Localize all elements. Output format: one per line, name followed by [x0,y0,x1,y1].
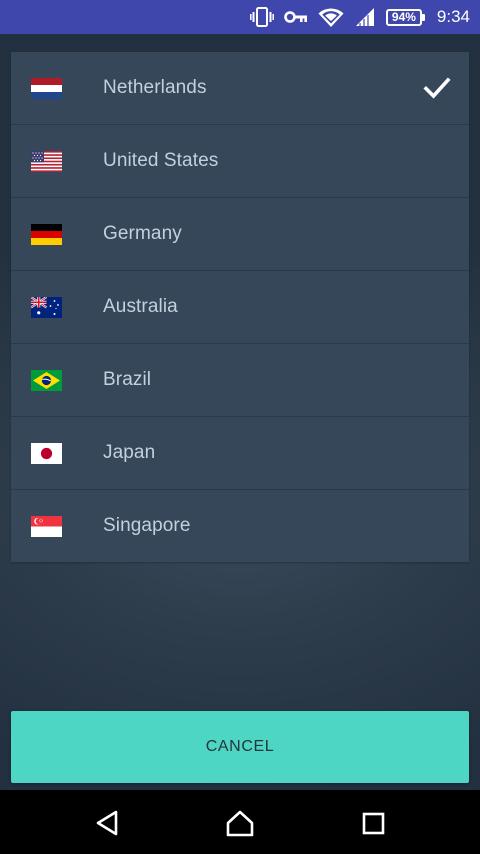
germany-flag [31,224,62,245]
back-icon[interactable] [93,808,123,838]
netherlands-flag [31,78,62,99]
checkmark-icon [423,76,451,100]
country-item-japan[interactable]: Japan [11,417,469,490]
country-name: Germany [103,223,182,244]
country-name: Japan [103,442,156,463]
brazil-flag [31,370,62,391]
country-item-brazil[interactable]: Brazil [11,344,469,417]
battery-cap [421,13,425,21]
home-icon[interactable] [225,808,255,838]
country-name: Netherlands [103,77,207,98]
status-bar: 94% 9:34 [0,0,480,34]
country-item-germany[interactable]: Germany [11,198,469,271]
singapore-flag [31,516,62,537]
country-name: United States [103,150,219,171]
recent-apps-icon[interactable] [358,808,388,838]
battery-indicator: 94% [385,8,425,26]
country-name: Australia [103,296,178,317]
clock: 9:34 [436,7,470,26]
country-item-united-states[interactable]: United States [11,125,469,198]
country-name: Singapore [103,515,191,536]
country-item-australia[interactable]: Australia [11,271,469,344]
vibrate-icon [249,0,274,34]
navigation-bar [0,790,480,854]
battery-level: 94% [385,8,422,26]
united-states-flag [31,151,62,172]
japan-flag [31,443,62,464]
cancel-button[interactable]: CANCEL [11,711,469,783]
country-name: Brazil [103,369,152,390]
australia-flag [31,297,62,318]
country-item-netherlands[interactable]: Netherlands [11,52,469,125]
signal-icon [354,0,376,34]
country-list: Netherlands United States Germany Austra… [11,52,469,562]
country-item-singapore[interactable]: Singapore [11,490,469,563]
wifi-icon [318,0,344,34]
vpn-key-icon [284,0,308,34]
